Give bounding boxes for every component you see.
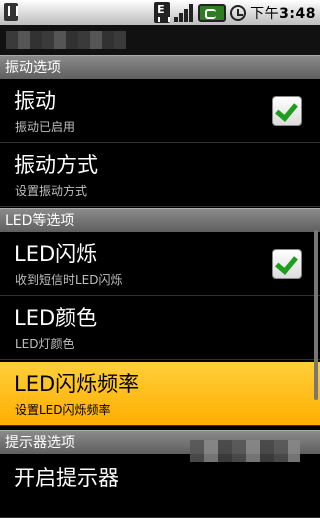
pref-title: 开启提示器 (14, 466, 119, 490)
section-header-led: LED等选项 (0, 208, 320, 232)
pref-title: LED颜色 (14, 306, 98, 330)
pref-summary: 振动已启用 (15, 120, 76, 134)
pref-title: LED闪烁 (14, 242, 98, 266)
clock-time: 3:48 (279, 5, 316, 22)
usb-icon (4, 3, 18, 21)
pref-led-color[interactable]: LED颜色 LED灯颜色 (0, 296, 320, 360)
battery-icon (198, 3, 227, 22)
pref-summary: LED灯颜色 (15, 337, 75, 351)
signal-icon (174, 3, 194, 22)
pref-title: 振动 (14, 89, 56, 113)
pref-led-blink[interactable]: LED闪烁 收到短信时LED闪烁 (0, 232, 320, 296)
pref-summary: 设置振动方式 (15, 184, 88, 198)
scrollbar[interactable] (314, 230, 318, 400)
pref-led-blink-rate[interactable]: LED闪烁频率 设置LED闪烁频率 (0, 362, 320, 426)
section-header-vibration: 振动选项 (0, 55, 320, 79)
clock-ampm: 下午 (250, 5, 280, 22)
data-e-icon: E (154, 2, 171, 23)
redacted-overlay (190, 440, 300, 462)
pref-enable-reminder[interactable]: 开启提示器 (0, 454, 320, 518)
pref-vibrate-pattern[interactable]: 振动方式 设置振动方式 (0, 143, 320, 207)
pref-title: 振动方式 (14, 153, 98, 177)
alarm-icon (230, 4, 247, 21)
clock: 下午3:48 (250, 3, 316, 23)
pref-title: LED闪烁频率 (14, 372, 140, 396)
pref-summary: 设置LED闪烁频率 (15, 403, 111, 417)
pref-summary: 收到短信时LED闪烁 (15, 273, 123, 287)
led-blink-checkbox[interactable] (272, 249, 302, 279)
data-type-label: E (157, 3, 165, 16)
redacted-title (6, 31, 126, 49)
vibrate-checkbox[interactable] (272, 96, 302, 126)
pref-vibrate[interactable]: 振动 振动已启用 (0, 79, 320, 143)
status-bar: E 下午3:48 (0, 0, 320, 25)
title-bar (0, 25, 320, 55)
